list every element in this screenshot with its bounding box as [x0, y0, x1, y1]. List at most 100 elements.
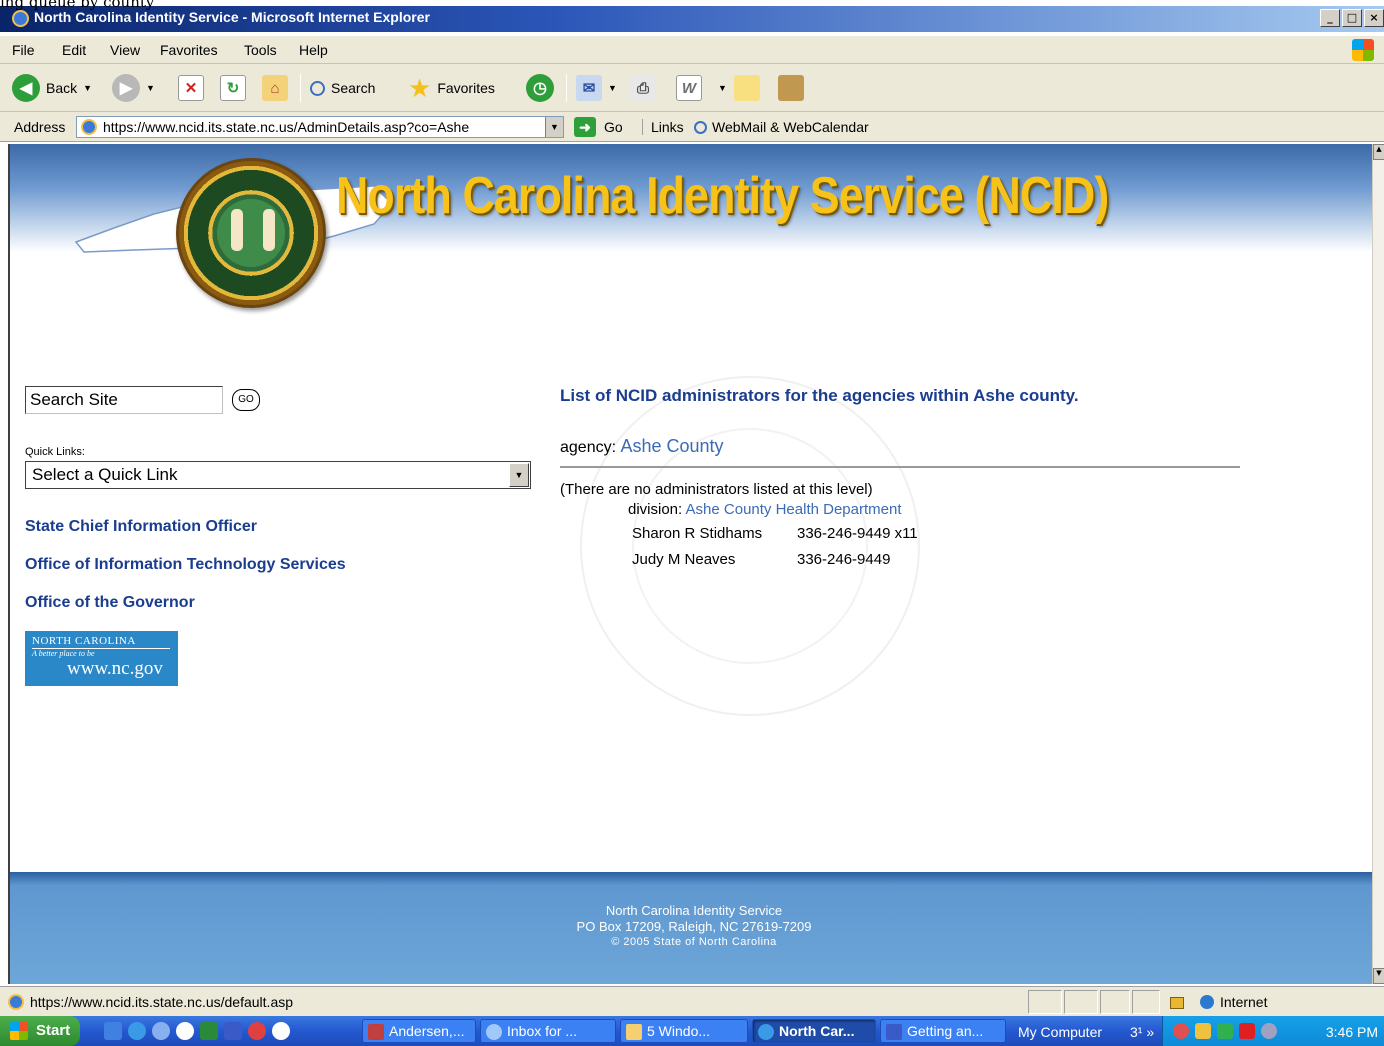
task-label: 5 Windo... — [647, 1023, 711, 1039]
stop-button[interactable]: ✕ — [178, 72, 204, 104]
address-input[interactable]: https://www.ncid.its.state.nc.us/AdminDe… — [76, 116, 564, 138]
ncgov-line3: www.nc.gov — [67, 658, 163, 679]
chevron-down-icon[interactable]: ▼ — [608, 83, 617, 93]
menu-favorites[interactable]: Favorites — [160, 42, 218, 58]
tray-app-icon[interactable] — [1173, 1023, 1189, 1039]
mail-button[interactable]: ✉ ▼ — [576, 72, 617, 104]
close-button[interactable]: × — [1364, 9, 1384, 27]
quicklaunch-word-icon[interactable] — [224, 1022, 242, 1040]
favorites-button[interactable]: ★ Favorites — [408, 72, 495, 104]
chevron-down-icon[interactable]: ▼ — [83, 83, 92, 93]
research-button[interactable] — [778, 72, 804, 104]
window-title: North Carolina Identity Service - Micros… — [34, 9, 430, 25]
chevron-down-icon[interactable]: ▼ — [545, 117, 563, 137]
search-icon — [694, 120, 707, 134]
quicklaunch-outlook-icon[interactable] — [152, 1022, 170, 1040]
quicklaunch-ie-icon[interactable] — [128, 1022, 146, 1040]
ie-window-icon[interactable] — [12, 10, 29, 27]
search-go-button[interactable]: GO — [232, 389, 260, 411]
refresh-button[interactable]: ↻ — [220, 72, 246, 104]
chevron-down-icon[interactable]: ▼ — [146, 83, 155, 93]
clock: 3:46 PM — [1325, 1024, 1378, 1040]
quicklaunch-clock-icon[interactable] — [272, 1022, 290, 1040]
task-label: Inbox for ... — [507, 1023, 578, 1039]
toolbar-separator — [566, 74, 567, 102]
forward-button[interactable]: ▶ ▼ — [112, 72, 155, 104]
status-cell — [1132, 990, 1160, 1014]
maximize-button[interactable]: □ — [1342, 9, 1362, 27]
tray-network-icon[interactable] — [1217, 1023, 1233, 1039]
forward-arrow-icon: ▶ — [112, 74, 140, 102]
address-label: Address — [14, 119, 66, 135]
webmail-link[interactable]: WebMail & WebCalendar — [694, 119, 869, 135]
minimize-button[interactable]: _ — [1320, 9, 1340, 27]
my-computer-toolbar[interactable]: My Computer — [1018, 1024, 1102, 1040]
quicklaunch-desktop-icon[interactable] — [104, 1022, 122, 1040]
go-label: Go — [604, 119, 623, 135]
link-its[interactable]: Office of Information Technology Service… — [25, 556, 346, 574]
scroll-down-arrow-icon[interactable]: ▼ — [1373, 968, 1384, 984]
agency-label: agency: — [560, 439, 617, 456]
admin-name: Sharon R Stidhams — [632, 525, 763, 542]
tray-overflow[interactable]: 3¹ » — [1130, 1024, 1154, 1040]
search-input[interactable] — [25, 386, 223, 414]
home-button[interactable]: ⌂ — [262, 72, 288, 104]
division-label: division: — [628, 501, 683, 518]
print-button[interactable]: ⎙ — [630, 72, 656, 104]
task-label: North Car... — [779, 1023, 855, 1039]
address-bar: Address https://www.ncid.its.state.nc.us… — [0, 112, 1384, 142]
stop-icon: ✕ — [178, 75, 204, 101]
nc-state-seal — [176, 158, 326, 308]
task-andersen[interactable]: Andersen,... — [362, 1019, 476, 1043]
scroll-up-arrow-icon[interactable]: ▲ — [1373, 144, 1384, 160]
menu-tools[interactable]: Tools — [244, 42, 277, 58]
task-label: Andersen,... — [389, 1023, 465, 1039]
quicklaunch-app-icon[interactable] — [248, 1022, 266, 1040]
edit-word-button[interactable]: W ▼ — [676, 72, 727, 104]
search-button[interactable]: Search — [310, 72, 375, 104]
vertical-scrollbar[interactable]: ▲ ▼ — [1372, 144, 1384, 984]
mail-icon: ✉ — [576, 75, 602, 101]
page-heading: List of NCID administrators for the agen… — [560, 386, 1079, 405]
link-governor[interactable]: Office of the Governor — [25, 594, 195, 612]
back-button[interactable]: ◀ Back ▼ — [12, 72, 92, 104]
task-getting[interactable]: Getting an... — [880, 1019, 1006, 1043]
status-cell — [1100, 990, 1130, 1014]
division-link[interactable]: Ashe County Health Department — [686, 501, 902, 518]
webmail-label: WebMail & WebCalendar — [712, 119, 869, 135]
tray-satellite-icon[interactable] — [1261, 1023, 1277, 1039]
tray-pencil-icon[interactable] — [1195, 1023, 1211, 1039]
menu-edit[interactable]: Edit — [62, 42, 86, 58]
link-state-cio[interactable]: State Chief Information Officer — [25, 518, 257, 536]
history-button[interactable]: ◷ — [526, 72, 554, 104]
notes-icon — [734, 75, 760, 101]
word-icon: W — [676, 75, 702, 101]
security-zone[interactable]: Internet — [1200, 994, 1267, 1010]
zone-label: Internet — [1220, 994, 1268, 1010]
admin-row: Sharon R Stidhams 336-246-9449 x11 — [632, 525, 918, 542]
quicklaunch-excel-icon[interactable] — [200, 1022, 218, 1040]
discuss-button[interactable] — [734, 72, 760, 104]
menu-file[interactable]: File — [12, 42, 35, 58]
task-inbox[interactable]: Inbox for ... — [480, 1019, 616, 1043]
window-title-bar: ing queue by county North Carolina Ident… — [0, 0, 1384, 36]
task-north-carolina[interactable]: North Car... — [752, 1019, 876, 1043]
quick-links-select[interactable]: Select a Quick Link ▼ — [25, 461, 531, 489]
history-icon: ◷ — [526, 74, 554, 102]
chevron-down-icon[interactable]: ▼ — [718, 83, 727, 93]
nc-gov-banner-link[interactable]: NORTH CAROLINA A better place to be www.… — [25, 631, 178, 686]
admin-name: Judy M Neaves — [632, 551, 736, 568]
links-button[interactable]: Links — [642, 119, 684, 135]
admin-phone: 336-246-9449 — [797, 551, 891, 568]
quicklaunch-media-icon[interactable] — [176, 1022, 194, 1040]
admin-phone: 336-246-9449 x11 — [797, 525, 918, 542]
agency-link[interactable]: Ashe County — [621, 436, 724, 456]
task-windows-group[interactable]: 5 Windo... — [620, 1019, 748, 1043]
favorites-label: Favorites — [437, 80, 495, 96]
start-button[interactable]: Start — [0, 1016, 80, 1046]
menu-view[interactable]: View — [110, 42, 140, 58]
tray-n-icon[interactable] — [1239, 1023, 1255, 1039]
menu-help[interactable]: Help — [299, 42, 328, 58]
chevron-down-icon[interactable]: ▼ — [509, 463, 529, 487]
go-button[interactable]: ➜ Go — [574, 117, 623, 137]
